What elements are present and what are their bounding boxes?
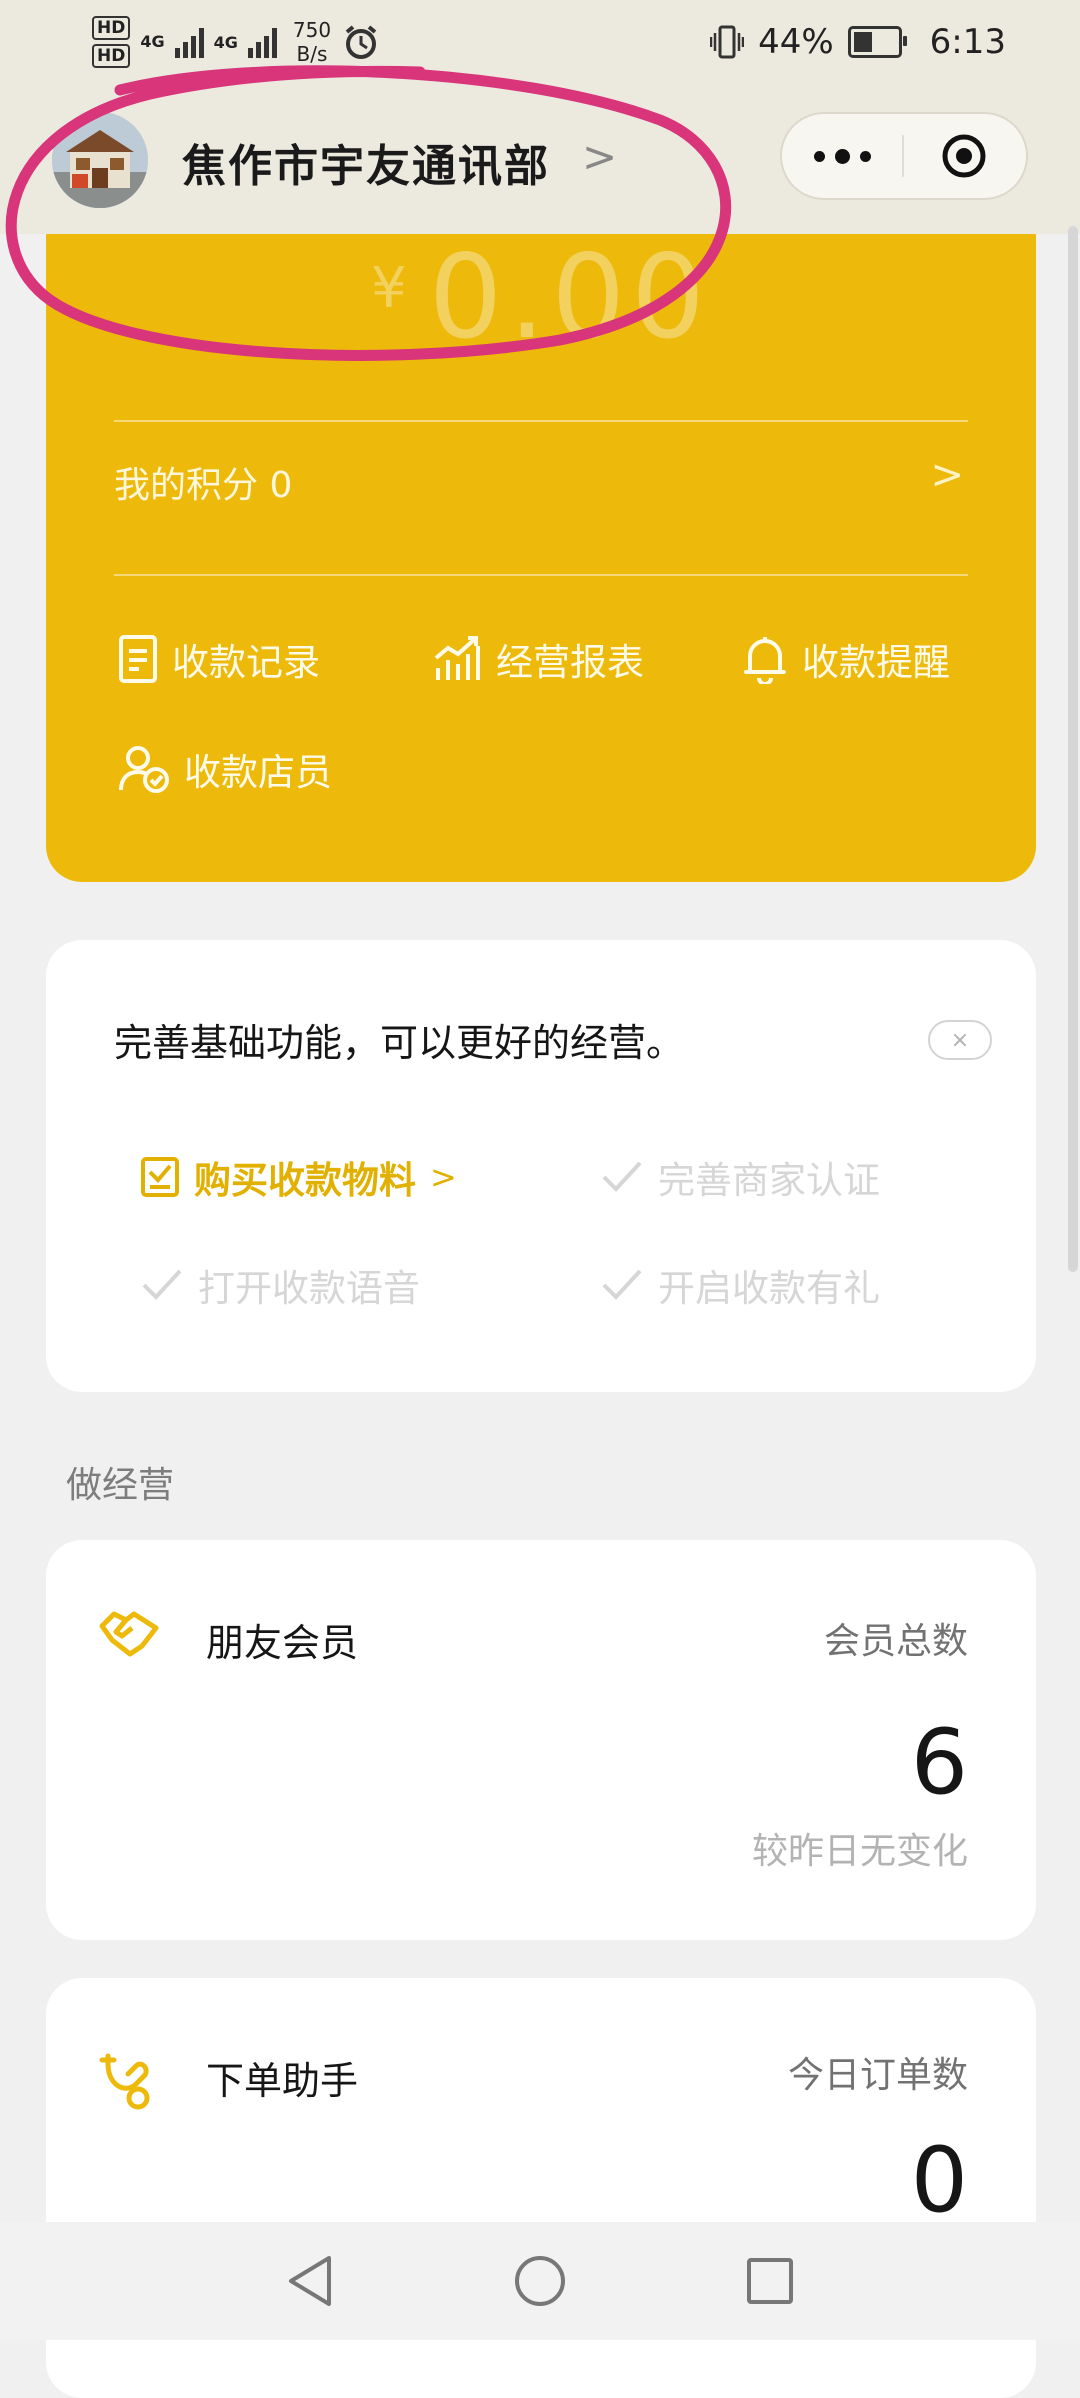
target-close-icon <box>942 134 986 178</box>
store-avatar[interactable] <box>52 112 148 208</box>
check-icon <box>602 1161 642 1192</box>
check-icon <box>602 1269 642 1300</box>
task-gift[interactable]: 开启收款有礼 <box>600 1258 880 1312</box>
bell-icon <box>744 637 786 684</box>
task-label: 完善商家认证 <box>658 1159 880 1202</box>
mini-program-header: 焦作市宇友通讯部 > <box>0 82 1080 234</box>
scrollbar[interactable] <box>1068 226 1078 1272</box>
materials-icon <box>141 1157 179 1197</box>
task-merchant-verify[interactable]: 完善商家认证 <box>600 1150 880 1204</box>
network-speed-unit: B/s <box>296 42 328 66</box>
quick-action-label: 收款店员 <box>184 751 332 794</box>
task-label: 购买收款物料 <box>194 1159 416 1202</box>
signal-icon-2 <box>247 26 277 58</box>
quick-action-label: 收款记录 <box>172 641 320 684</box>
handshake-icon <box>99 1611 159 1657</box>
system-nav-bar <box>0 2222 1080 2340</box>
points-row[interactable]: 我的积分 0 > <box>114 444 968 520</box>
member-change-text: 较昨日无变化 <box>751 1831 968 1872</box>
more-button[interactable] <box>782 114 902 198</box>
divider <box>114 574 968 576</box>
sim1-hd-badge: HD <box>92 16 131 40</box>
status-bar: HD HD 4G 4G 750 B/s 44% 6:13 <box>0 0 1080 82</box>
divider <box>114 420 968 422</box>
more-dot-icon <box>834 148 850 164</box>
task-label: 打开收款语音 <box>198 1267 420 1310</box>
wallet-card: ¥0.00 我的积分 0 > 收款记录 经营报表 收款提醒 收款店员 <box>46 230 1036 882</box>
setup-card: 完善基础功能，可以更好的经营。 × 购买收款物料 > 完善商家认证 打开收款语音… <box>46 940 1036 1392</box>
status-left: HD HD 4G 4G 750 B/s <box>92 14 381 70</box>
network-speed: 750 B/s <box>293 18 331 66</box>
status-right: 44% 6:13 <box>710 18 1006 66</box>
quick-action-label: 经营报表 <box>496 641 644 684</box>
task-voice[interactable]: 打开收款语音 <box>140 1258 420 1312</box>
close-mini-program-button[interactable] <box>904 114 1024 198</box>
section-title: 做经营 <box>66 1465 175 1506</box>
back-triangle-icon <box>289 2256 331 2306</box>
check-icon <box>142 1269 182 1300</box>
network-type-1: 4G <box>140 32 164 52</box>
chart-icon <box>434 636 480 680</box>
quick-action-staff[interactable]: 收款店员 <box>118 742 332 796</box>
receipt-icon <box>119 635 157 683</box>
home-circle-icon <box>515 2256 565 2306</box>
balance-display: ¥0.00 <box>46 230 1036 365</box>
points-label: 我的积分 0 <box>114 465 293 506</box>
balance-amount: 0.00 <box>428 230 711 365</box>
sim-indicators: HD HD <box>92 16 131 68</box>
clock: 6:13 <box>929 22 1006 62</box>
task-label: 开启收款有礼 <box>658 1267 880 1310</box>
battery-percent: 44% <box>758 22 834 62</box>
quick-action-receipts[interactable]: 收款记录 <box>118 632 320 686</box>
quick-action-label: 收款提醒 <box>802 641 950 684</box>
recents-square-icon <box>747 2258 793 2304</box>
sim2-hd-badge: HD <box>92 44 131 68</box>
close-icon: × <box>950 1027 970 1053</box>
member-card-title: 朋友会员 <box>206 1621 359 1665</box>
capsule-menu <box>780 112 1028 200</box>
order-helper-icon <box>99 2053 150 2110</box>
vibrate-icon <box>710 25 745 59</box>
alarm-icon <box>345 25 377 59</box>
quick-action-reports[interactable]: 经营报表 <box>432 632 644 686</box>
order-card-title: 下单助手 <box>206 2059 359 2103</box>
staff-icon <box>119 746 169 793</box>
setup-close-button[interactable]: × <box>928 1020 992 1060</box>
more-dot-icon <box>859 150 871 162</box>
member-total-value: 6 <box>910 1710 968 1815</box>
back-button[interactable] <box>270 2241 350 2321</box>
store-photo-icon <box>52 112 148 208</box>
member-total-label: 会员总数 <box>823 1621 968 1662</box>
network-label-1: 4G <box>140 32 165 51</box>
quick-action-reminder[interactable]: 收款提醒 <box>742 632 950 686</box>
network-type-2: 4G <box>213 32 238 52</box>
setup-title: 完善基础功能，可以更好的经营。 <box>114 1021 685 1065</box>
signal-icon-1 <box>174 26 204 58</box>
task-chevron-icon: > <box>430 1158 457 1196</box>
network-speed-value: 750 <box>292 18 332 42</box>
order-count-label: 今日订单数 <box>787 2055 968 2096</box>
store-chevron-icon[interactable]: > <box>582 132 617 181</box>
order-count-value: 0 <box>910 2128 968 2233</box>
more-dot-icon <box>813 150 825 162</box>
member-card[interactable]: 朋友会员 会员总数 6 较昨日无变化 <box>46 1540 1036 1940</box>
task-buy-materials[interactable]: 购买收款物料 > <box>140 1150 457 1204</box>
battery-icon <box>847 26 907 58</box>
store-name[interactable]: 焦作市宇友通讯部 <box>182 130 550 194</box>
currency-symbol: ¥ <box>371 256 413 321</box>
recents-button[interactable] <box>730 2241 810 2321</box>
home-button[interactable] <box>500 2241 580 2321</box>
points-chevron-icon: > <box>930 452 964 498</box>
